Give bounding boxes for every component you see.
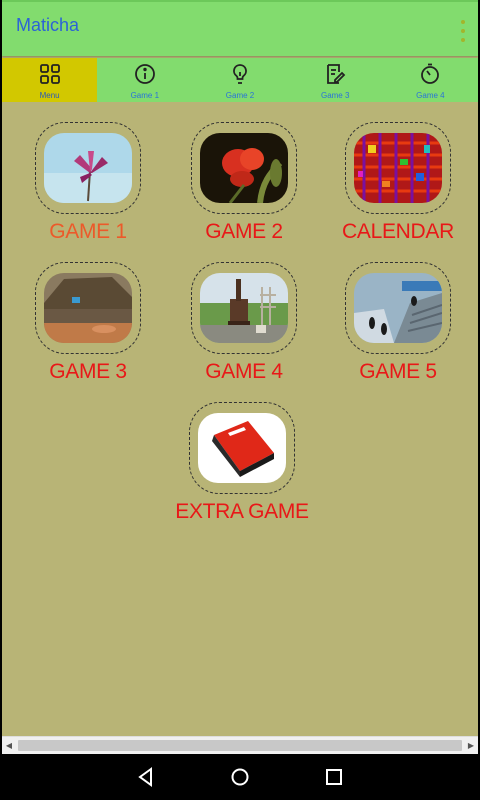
game-4-tile[interactable]: GAME 4	[169, 262, 319, 392]
tile-frame	[35, 262, 141, 354]
app-window: Maticha Menu Game 1 Game 2 Game 3 Game 4…	[2, 0, 478, 754]
tile-label: EXTRA GAME	[175, 500, 309, 523]
home-icon[interactable]	[229, 766, 251, 788]
game-2-tile[interactable]: GAME 2	[169, 122, 319, 252]
tile-frame	[191, 122, 297, 214]
tab-label: Game 1	[130, 91, 160, 100]
tile-frame	[345, 262, 451, 354]
scrollbar-thumb[interactable]	[18, 740, 462, 751]
scroll-left-icon[interactable]: ◀	[2, 737, 16, 754]
horizontal-scrollbar[interactable]: ◀ ▶	[2, 736, 478, 754]
tab-game-1[interactable]: Game 1	[97, 58, 192, 102]
tile-frame	[345, 122, 451, 214]
tab-label: Game 3	[320, 91, 350, 100]
tile-label: GAME 3	[49, 360, 127, 383]
colorful-grid-image	[354, 133, 442, 203]
tile-label: GAME 2	[205, 220, 283, 243]
game-3-tile[interactable]: GAME 3	[13, 262, 163, 392]
tab-label: Game 2	[225, 91, 255, 100]
game-5-tile[interactable]: GAME 5	[323, 262, 473, 392]
scroll-right-icon[interactable]: ▶	[464, 737, 478, 754]
tab-bar: Menu Game 1 Game 2 Game 3 Game 4	[2, 58, 478, 102]
purple-flower-image	[44, 133, 132, 203]
game-1-tile[interactable]: GAME 1	[13, 122, 163, 252]
app-bar: Maticha	[2, 0, 478, 56]
back-icon[interactable]	[135, 766, 157, 788]
tile-label: CALENDAR	[342, 220, 454, 243]
tab-game-2[interactable]: Game 2	[192, 58, 287, 102]
recents-icon[interactable]	[323, 766, 345, 788]
app-title: Maticha	[16, 15, 80, 35]
tab-game-4[interactable]: Game 4	[383, 58, 478, 102]
red-flower-image	[200, 133, 288, 203]
tile-label: GAME 5	[359, 360, 437, 383]
tab-menu[interactable]: Menu	[2, 58, 98, 102]
overflow-menu-icon[interactable]	[458, 20, 468, 42]
lightbulb-icon	[233, 64, 247, 84]
game-box-image	[198, 413, 286, 483]
tile-label: GAME 4	[205, 360, 283, 383]
tile-frame	[35, 122, 141, 214]
calendar-tile[interactable]: CALENDAR	[323, 122, 473, 252]
tab-label: Game 4	[416, 91, 445, 100]
tile-label: GAME 1	[49, 220, 127, 243]
timer-icon	[421, 63, 440, 84]
extra-game-tile[interactable]: EXTRA GAME	[167, 402, 317, 532]
tile-frame	[191, 262, 297, 354]
tab-label: Menu	[39, 91, 60, 100]
penguins-image	[354, 273, 442, 343]
grid-icon	[39, 64, 60, 84]
tile-frame	[189, 402, 295, 494]
tab-game-3[interactable]: Game 3	[288, 58, 383, 102]
edit-note-icon	[327, 64, 346, 84]
system-nav-bar	[0, 754, 480, 800]
hut-village-image	[44, 273, 132, 343]
stove-yard-image	[200, 273, 288, 343]
info-icon	[134, 64, 155, 84]
